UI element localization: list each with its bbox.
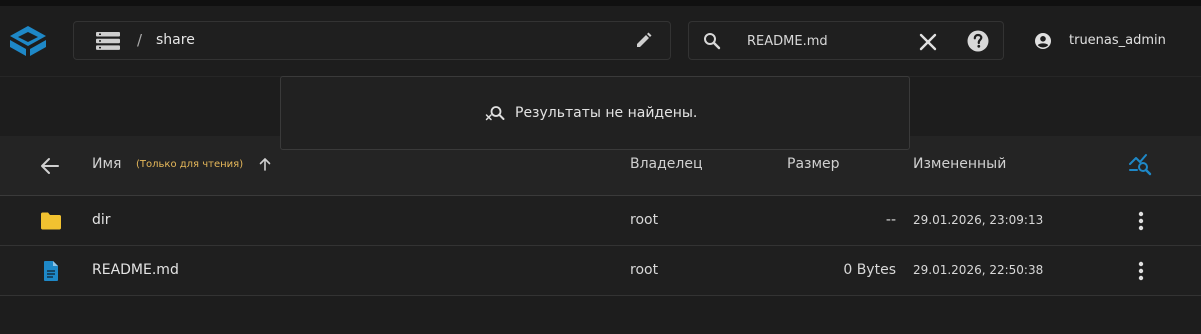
arrow-back-icon[interactable] [38, 154, 62, 178]
file-size: 0 Bytes [843, 262, 896, 278]
column-search-chart-icon[interactable] [1128, 152, 1154, 176]
file-modified: 29.01.2026, 22:50:38 [913, 263, 1044, 277]
truenas-logo-icon[interactable] [8, 24, 48, 58]
search-off-icon [485, 106, 505, 121]
column-header-owner[interactable]: Владелец [630, 156, 703, 172]
search-icon [704, 33, 721, 50]
breadcrumb-separator: / [137, 31, 143, 49]
search-results-popup: Результаты не найдены. [280, 76, 910, 150]
account-circle-icon [1035, 33, 1051, 49]
more-vert-icon[interactable] [1131, 209, 1151, 233]
clear-search-close-icon[interactable] [917, 31, 939, 53]
file-name: README.md [92, 262, 179, 278]
column-header-name[interactable]: Имя [92, 156, 121, 172]
header: / share truenas_admin [0, 6, 1201, 76]
file-document-icon [44, 261, 58, 281]
column-header-modified[interactable]: Измененный [913, 156, 1006, 172]
file-owner: root [630, 262, 659, 278]
edit-path-pencil-icon[interactable] [634, 32, 654, 50]
table-row[interactable]: README.md root 0 Bytes 29.01.2026, 22:50… [0, 246, 1201, 296]
column-header-size[interactable]: Размер [787, 156, 840, 172]
help-icon[interactable] [967, 30, 989, 52]
file-size: -- [885, 212, 896, 228]
search-input[interactable] [747, 28, 907, 54]
sort-arrow-up-icon[interactable] [258, 156, 272, 172]
table-row[interactable]: dir root -- 29.01.2026, 23:09:13 [0, 196, 1201, 246]
file-modified: 29.01.2026, 23:09:13 [913, 213, 1044, 227]
no-results-message: Результаты не найдены. [515, 105, 698, 121]
folder-icon [41, 212, 61, 230]
search-box [688, 21, 1004, 60]
readonly-badge: (Только для чтения) [136, 159, 244, 170]
path-breadcrumb: / share [73, 21, 671, 60]
breadcrumb-segment-share[interactable]: share [156, 32, 195, 48]
more-vert-icon[interactable] [1131, 259, 1151, 283]
file-name: dir [92, 212, 111, 228]
username: truenas_admin [1069, 33, 1166, 48]
file-owner: root [630, 212, 659, 228]
server-icon [96, 32, 120, 50]
